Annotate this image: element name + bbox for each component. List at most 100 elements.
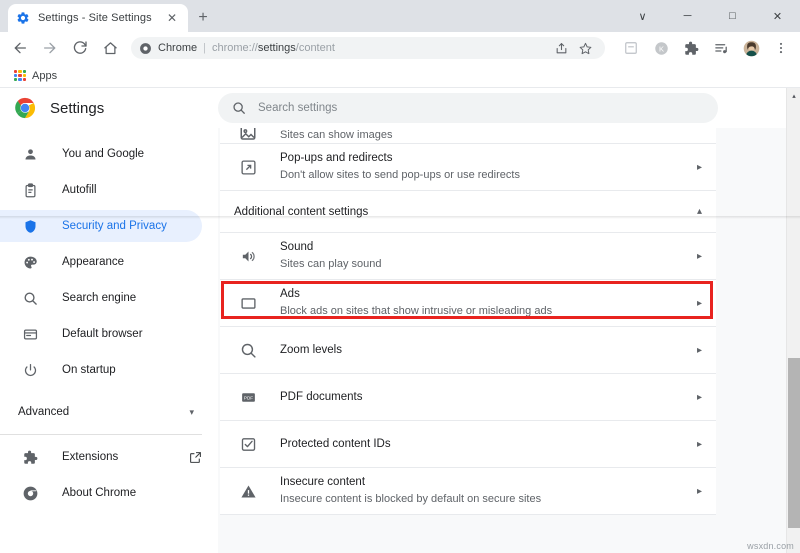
- omnibox-url: chrome://settings/content: [212, 42, 335, 54]
- scrollbar-thumb[interactable]: [788, 358, 800, 528]
- svg-text:K: K: [658, 44, 663, 53]
- chevron-down-icon: ▾: [189, 407, 202, 418]
- url-suffix: /content: [296, 42, 335, 54]
- section-additional-content-settings[interactable]: Additional content settings ▴: [220, 191, 716, 233]
- forward-icon[interactable]: [36, 34, 64, 62]
- row-protected-content-ids[interactable]: Protected content IDs ▸: [220, 421, 716, 468]
- sidebar-item-about-chrome[interactable]: About Chrome: [0, 477, 202, 509]
- chevron-right-icon: ▸: [689, 439, 702, 450]
- row-subtitle: Block ads on sites that show intrusive o…: [280, 304, 689, 319]
- row-title: Zoom levels: [280, 343, 689, 358]
- ads-box-icon: [238, 293, 258, 313]
- row-title: Insecure content: [280, 475, 689, 490]
- kaspersky-icon[interactable]: K: [647, 34, 675, 62]
- window-controls: ∨ ─ □ ✕: [620, 0, 800, 32]
- row-subtitle: Don't allow sites to send pop-ups or use…: [280, 168, 689, 183]
- power-icon: [22, 362, 38, 378]
- row-title: PDF documents: [280, 390, 689, 405]
- bookmark-label: Apps: [32, 70, 57, 82]
- sidebar-item-extensions[interactable]: Extensions: [0, 441, 202, 473]
- chevron-right-icon: ▸: [689, 486, 702, 497]
- url-prefix: chrome://: [212, 42, 258, 54]
- chevron-right-icon: ▸: [689, 345, 702, 356]
- sidebar-item-security-and-privacy[interactable]: Security and Privacy: [0, 210, 202, 242]
- chrome-menu-icon[interactable]: [767, 34, 795, 62]
- extensions-puzzle-icon[interactable]: [677, 34, 705, 62]
- sidebar-item-search-engine[interactable]: Search engine: [0, 282, 202, 314]
- row-images-partial[interactable]: Sites can show images: [220, 128, 716, 144]
- tab-strip: Settings - Site Settings ✕ + ∨ ─ □ ✕: [0, 0, 800, 32]
- sidebar-item-default-browser[interactable]: Default browser: [0, 318, 202, 350]
- zoom-search-icon: [238, 340, 258, 360]
- settings-content: Sites can show images Pop-ups and redire…: [218, 128, 786, 553]
- bookmark-star-icon[interactable]: [574, 37, 596, 59]
- omnibox-actions: [544, 37, 597, 59]
- close-window-button[interactable]: ✕: [755, 0, 800, 32]
- chevron-right-icon: ▸: [689, 392, 702, 403]
- row-text: Pop-ups and redirects Don't allow sites …: [280, 151, 689, 183]
- search-input[interactable]: [258, 102, 704, 114]
- row-text: Insecure content Insecure content is blo…: [280, 475, 689, 507]
- row-subtitle: Sites can show images: [280, 129, 393, 141]
- sidebar-item-appearance[interactable]: Appearance: [0, 246, 202, 278]
- bookmark-item-apps[interactable]: Apps: [6, 66, 65, 86]
- row-insecure-content[interactable]: Insecure content Insecure content is blo…: [220, 468, 716, 515]
- chevron-up-icon: ▴: [697, 206, 702, 217]
- row-title: Pop-ups and redirects: [280, 151, 689, 166]
- settings-sidebar: You and Google Autofill Security and Pri…: [0, 128, 218, 553]
- chrome-settings-gear-icon: [16, 11, 30, 25]
- sidebar-item-label: On startup: [62, 364, 116, 376]
- sidebar-item-you-and-google[interactable]: You and Google: [0, 138, 202, 170]
- sidebar-item-label: Search engine: [62, 292, 136, 304]
- row-text: PDF documents: [280, 390, 689, 405]
- maximize-button[interactable]: □: [710, 0, 755, 32]
- share-icon[interactable]: [550, 37, 572, 59]
- sidebar-item-label: Security and Privacy: [62, 220, 167, 232]
- sidebar-item-label: Default browser: [62, 328, 143, 340]
- tab-title: Settings - Site Settings: [38, 12, 160, 24]
- clipboard-icon: [22, 182, 38, 198]
- sidebar-item-on-startup[interactable]: On startup: [0, 354, 202, 386]
- chrome-scheme-icon: [139, 42, 152, 55]
- chevron-right-icon: ▸: [689, 251, 702, 262]
- row-ads[interactable]: Ads Block ads on sites that show intrusi…: [220, 280, 716, 327]
- chrome-logo-icon: [22, 485, 38, 501]
- puzzle-icon: [22, 449, 38, 465]
- row-zoom-levels[interactable]: Zoom levels ▸: [220, 327, 716, 374]
- site-settings-card: Sites can show images Pop-ups and redire…: [220, 128, 716, 515]
- back-icon[interactable]: [6, 34, 34, 62]
- sidebar-item-autofill[interactable]: Autofill: [0, 174, 202, 206]
- chrome-logo-icon: [14, 97, 36, 119]
- sidebar-item-advanced[interactable]: Advanced ▾: [0, 396, 202, 428]
- reload-icon[interactable]: [66, 34, 94, 62]
- sidebar-item-label: About Chrome: [62, 487, 136, 499]
- row-sound[interactable]: Sound Sites can play sound ▸: [220, 233, 716, 280]
- media-box-icon[interactable]: [617, 34, 645, 62]
- warning-triangle-icon: [238, 481, 258, 501]
- address-bar[interactable]: Chrome | chrome://settings/content: [131, 37, 605, 59]
- row-pdf-documents[interactable]: PDF PDF documents ▸: [220, 374, 716, 421]
- search-icon: [232, 101, 246, 115]
- page-scrollbar[interactable]: ▴: [786, 88, 800, 553]
- row-text: Protected content IDs: [280, 437, 689, 452]
- reading-list-icon[interactable]: [707, 34, 735, 62]
- scroll-up-arrow-icon[interactable]: ▴: [787, 90, 800, 102]
- home-icon[interactable]: [96, 34, 124, 62]
- profile-avatar[interactable]: [737, 34, 765, 62]
- watermark: wsxdn.com: [747, 541, 794, 551]
- bookmarks-bar: Apps: [0, 64, 800, 88]
- row-popups-and-redirects[interactable]: Pop-ups and redirects Don't allow sites …: [220, 144, 716, 191]
- sidebar-item-label: Autofill: [62, 184, 97, 196]
- new-tab-button[interactable]: +: [192, 7, 214, 29]
- apps-grid-icon: [14, 70, 26, 82]
- svg-text:PDF: PDF: [243, 395, 252, 400]
- row-title: Protected content IDs: [280, 437, 689, 452]
- row-text: Sound Sites can play sound: [280, 240, 689, 272]
- sidebar-item-label: Appearance: [62, 256, 124, 268]
- close-tab-icon[interactable]: ✕: [164, 10, 180, 26]
- minimize-button[interactable]: ─: [665, 0, 710, 32]
- tab-search-button[interactable]: ∨: [620, 0, 665, 32]
- browser-tab-settings[interactable]: Settings - Site Settings ✕: [8, 4, 188, 32]
- protected-content-icon: [238, 434, 258, 454]
- search-settings-box[interactable]: [218, 93, 718, 123]
